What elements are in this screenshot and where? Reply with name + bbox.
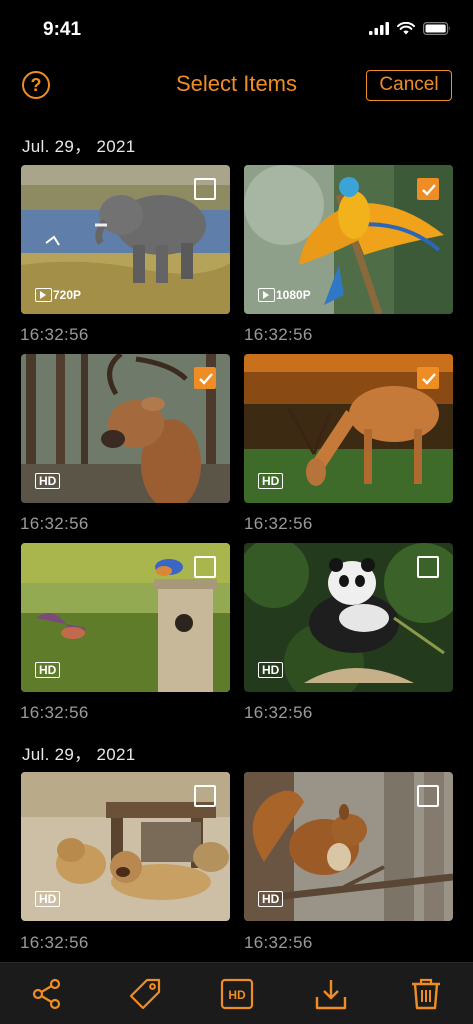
video-camera-icon <box>258 288 275 302</box>
select-checkbox-checked[interactable] <box>417 178 439 200</box>
video-camera-icon <box>35 288 52 302</box>
delete-button[interactable] <box>409 977 443 1011</box>
select-checkbox[interactable] <box>417 785 439 807</box>
trash-icon <box>412 978 440 1010</box>
media-tile-deer-portrait[interactable]: HD <box>21 354 230 503</box>
tile-timestamp: 16:32:56 <box>20 933 89 952</box>
media-tile-bluebirds[interactable]: HD <box>21 543 230 692</box>
select-checkbox[interactable] <box>417 556 439 578</box>
tile-timestamp: 16:32:56 <box>244 514 313 533</box>
hd-icon-label: HD <box>228 988 246 1002</box>
section-date: Jul. 29， 2021 <box>22 745 136 764</box>
battery-icon <box>423 22 450 35</box>
download-icon <box>315 980 347 1010</box>
tile-timestamp: 16:32:56 <box>244 703 313 722</box>
select-checkbox[interactable] <box>194 556 216 578</box>
navigation-bar: ? Select Items Cancel <box>0 66 473 106</box>
cancel-button[interactable]: Cancel <box>366 70 452 101</box>
media-tile-deer-grazing[interactable]: HD <box>244 354 453 503</box>
download-button[interactable] <box>314 977 348 1011</box>
hd-badge: HD <box>258 473 284 489</box>
media-tile-squirrel[interactable]: HD <box>244 772 453 921</box>
bottom-toolbar: HD <box>0 962 473 1024</box>
hd-button[interactable]: HD <box>220 977 254 1011</box>
video-badge: 720P <box>35 288 81 302</box>
tile-timestamp: 16:32:56 <box>244 933 313 952</box>
section-date: Jul. 29， 2021 <box>22 137 136 156</box>
media-tile-elephant[interactable]: 720P <box>21 165 230 314</box>
hd-badge: HD <box>35 891 61 907</box>
video-resolution: 720P <box>53 288 82 302</box>
hd-badge: HD <box>35 473 61 489</box>
share-button[interactable] <box>30 977 64 1011</box>
hd-badge: HD <box>35 662 61 678</box>
select-checkbox[interactable] <box>194 785 216 807</box>
share-icon <box>32 978 61 1010</box>
signal-icon <box>369 22 389 35</box>
checkmark-icon <box>199 373 213 385</box>
select-checkbox-checked[interactable] <box>194 367 216 389</box>
tag-icon <box>129 978 161 1010</box>
video-badge: 1080P <box>258 288 311 302</box>
media-tile-panda[interactable]: HD <box>244 543 453 692</box>
hd-badge: HD <box>258 891 284 907</box>
hd-badge: HD <box>258 662 284 678</box>
hd-icon: HD <box>220 978 254 1010</box>
tile-timestamp: 16:32:56 <box>20 514 89 533</box>
media-tile-lions[interactable]: HD <box>21 772 230 921</box>
tile-timestamp: 16:32:56 <box>244 325 313 344</box>
tile-timestamp: 16:32:56 <box>20 703 89 722</box>
checkmark-icon <box>422 184 436 196</box>
status-icons <box>369 22 451 35</box>
tag-button[interactable] <box>128 977 162 1011</box>
tile-timestamp: 16:32:56 <box>20 325 89 344</box>
video-resolution: 1080P <box>276 288 311 302</box>
wifi-icon <box>397 22 415 35</box>
status-time: 9:41 <box>43 19 82 40</box>
checkmark-icon <box>422 373 436 385</box>
select-checkbox-checked[interactable] <box>417 367 439 389</box>
media-tile-macaw[interactable]: 1080P <box>244 165 453 314</box>
status-bar: 9:41 <box>0 0 473 56</box>
select-checkbox[interactable] <box>194 178 216 200</box>
